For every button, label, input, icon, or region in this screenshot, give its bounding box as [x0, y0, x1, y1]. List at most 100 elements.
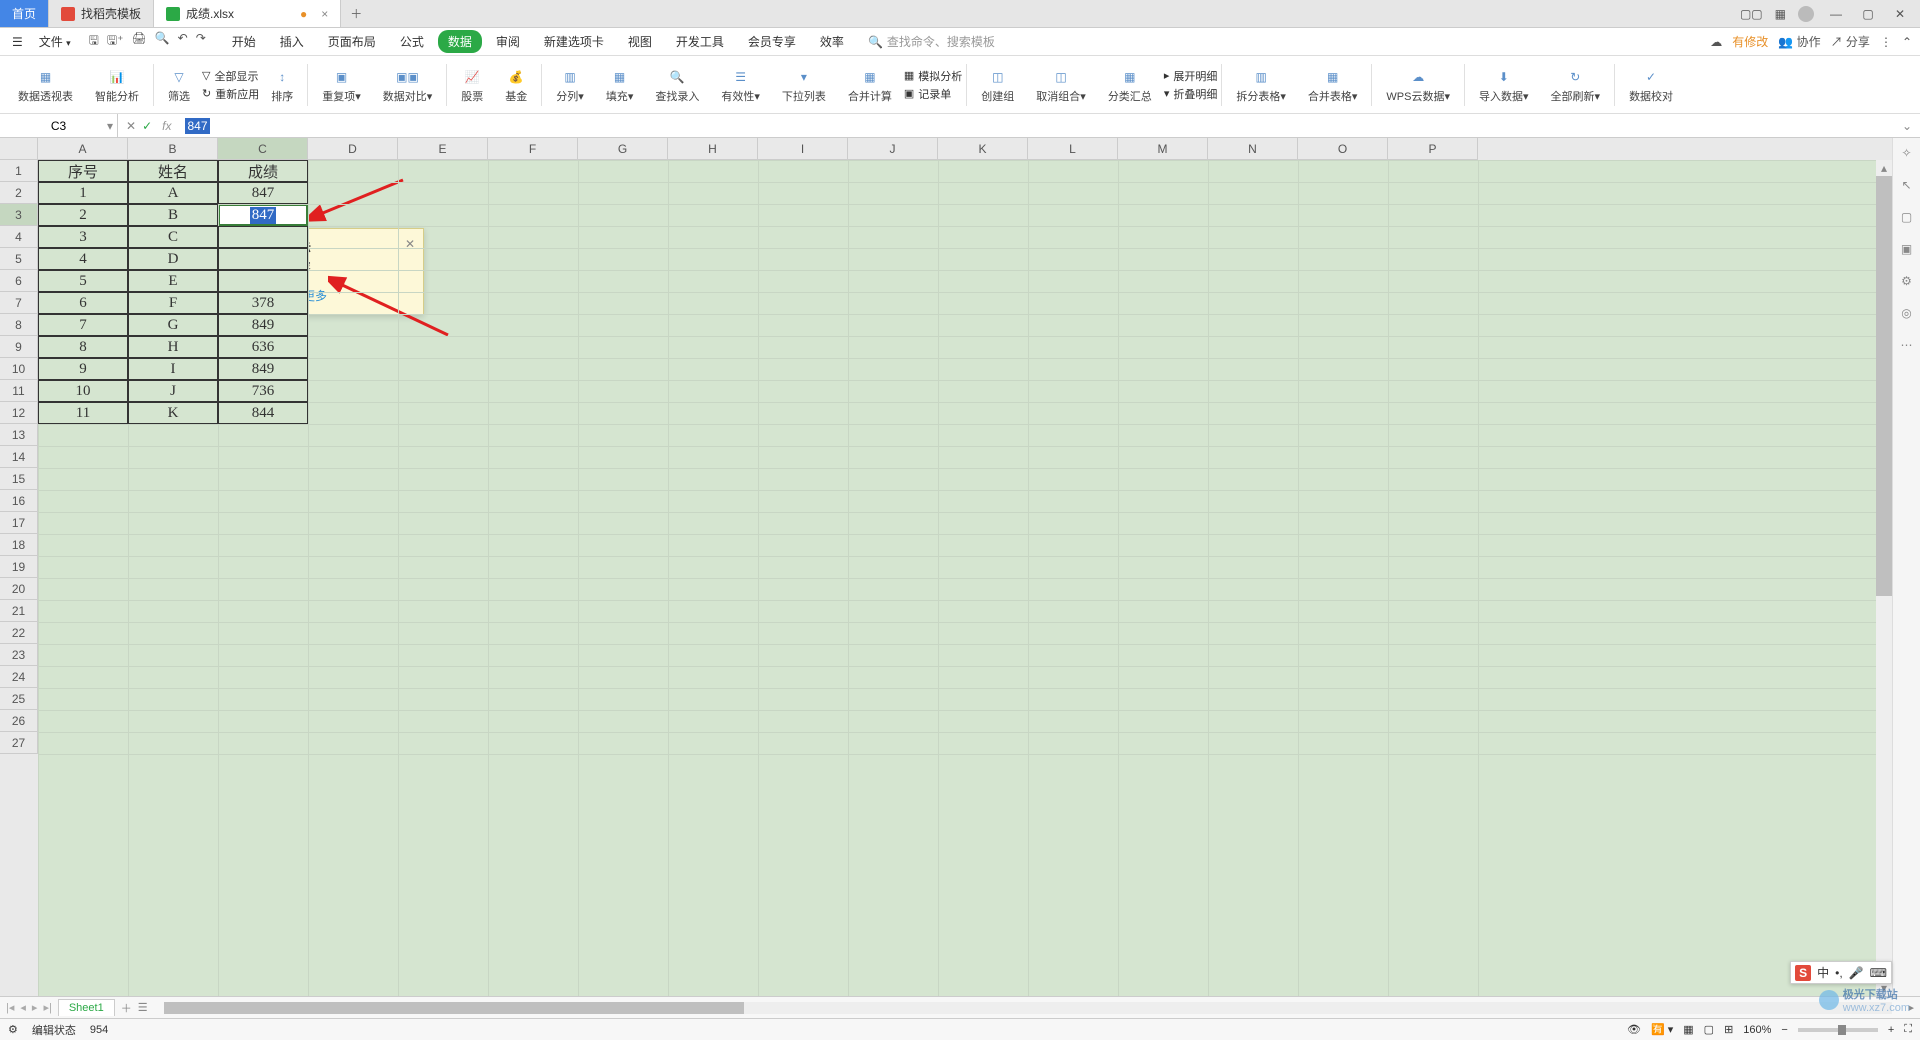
- row-header-4[interactable]: 4: [0, 226, 38, 248]
- showall-button[interactable]: ▽全部显示: [202, 68, 259, 84]
- col-header-P[interactable]: P: [1388, 138, 1478, 160]
- cell-C4[interactable]: [218, 226, 308, 248]
- view-normal-icon[interactable]: ▦: [1683, 1023, 1693, 1036]
- cancel-icon[interactable]: ✕: [126, 119, 136, 133]
- col-header-C[interactable]: C: [218, 138, 308, 160]
- cell-B9[interactable]: H: [128, 336, 218, 358]
- subtotal-button[interactable]: ▦分类汇总: [1098, 56, 1162, 113]
- view-break-icon[interactable]: ⊞: [1724, 1023, 1733, 1036]
- side-clipboard-icon[interactable]: ▢: [1901, 210, 1912, 224]
- dup-button[interactable]: ▣重复项▾: [312, 56, 371, 113]
- name-box[interactable]: ▾: [0, 114, 118, 137]
- tab-document[interactable]: 成绩.xlsx ● ×: [154, 0, 341, 27]
- col-header-F[interactable]: F: [488, 138, 578, 160]
- cell-C1[interactable]: 成绩: [218, 160, 308, 182]
- menu-view[interactable]: 视图: [618, 30, 662, 53]
- side-select-icon[interactable]: ↖: [1901, 178, 1911, 192]
- cell-C6[interactable]: [218, 270, 308, 292]
- ime-keyboard-icon[interactable]: ⌨: [1870, 966, 1887, 980]
- print-icon[interactable]: 🖨: [131, 31, 146, 52]
- status-config-icon[interactable]: ⚙: [8, 1023, 18, 1036]
- col-header-E[interactable]: E: [398, 138, 488, 160]
- reapply-button[interactable]: ↻重新应用: [202, 86, 259, 102]
- col-header-H[interactable]: H: [668, 138, 758, 160]
- close-button[interactable]: ✕: [1890, 7, 1910, 21]
- vertical-scrollbar[interactable]: ▴ ▾: [1876, 160, 1892, 996]
- row-header-9[interactable]: 9: [0, 336, 38, 358]
- layout-icon[interactable]: ▢▢: [1740, 7, 1763, 21]
- cell-A6[interactable]: 5: [38, 270, 128, 292]
- menu-start[interactable]: 开始: [222, 30, 266, 53]
- row-header-15[interactable]: 15: [0, 468, 38, 490]
- row-header-3[interactable]: 3: [0, 204, 38, 226]
- coop-button[interactable]: 👥 协作: [1778, 33, 1820, 50]
- cloud-button[interactable]: ☁WPS云数据▾: [1376, 56, 1460, 113]
- row-header-24[interactable]: 24: [0, 666, 38, 688]
- col-header-K[interactable]: K: [938, 138, 1028, 160]
- menu-formula[interactable]: 公式: [390, 30, 434, 53]
- fullscreen-icon[interactable]: ⛶: [1904, 1023, 1912, 1036]
- row-header-8[interactable]: 8: [0, 314, 38, 336]
- row-header-22[interactable]: 22: [0, 622, 38, 644]
- zoom-value[interactable]: 160%: [1743, 1024, 1771, 1036]
- collapse-button[interactable]: ▾折叠明细: [1164, 86, 1218, 102]
- col-header-G[interactable]: G: [578, 138, 668, 160]
- row-header-13[interactable]: 13: [0, 424, 38, 446]
- consol-button[interactable]: ▦合并计算: [838, 56, 902, 113]
- cell-A10[interactable]: 9: [38, 358, 128, 380]
- menu-member[interactable]: 会员专享: [738, 30, 806, 53]
- row-header-26[interactable]: 26: [0, 710, 38, 732]
- row-header-5[interactable]: 5: [0, 248, 38, 270]
- row-header-11[interactable]: 11: [0, 380, 38, 402]
- apps-icon[interactable]: ▦: [1775, 7, 1786, 21]
- menu-layout[interactable]: 页面布局: [318, 30, 386, 53]
- name-box-dropdown-icon[interactable]: ▾: [107, 119, 113, 133]
- eye-icon[interactable]: 👁: [1627, 1023, 1641, 1036]
- cell-B3[interactable]: B: [128, 204, 218, 226]
- col-header-B[interactable]: B: [128, 138, 218, 160]
- active-cell[interactable]: 847: [218, 204, 308, 226]
- fx-icon[interactable]: fx: [162, 119, 171, 133]
- cloud-sync-icon[interactable]: ☁: [1710, 35, 1722, 49]
- cell-A1[interactable]: 序号: [38, 160, 128, 182]
- side-location-icon[interactable]: ◎: [1901, 306, 1911, 320]
- preview-icon[interactable]: 🔍: [155, 31, 170, 52]
- hscroll-thumb[interactable]: [164, 1002, 744, 1014]
- filter-button[interactable]: ▽筛选: [158, 56, 200, 113]
- row-header-1[interactable]: 1: [0, 160, 38, 182]
- col-header-O[interactable]: O: [1298, 138, 1388, 160]
- cell-A7[interactable]: 6: [38, 292, 128, 314]
- cell-C9[interactable]: 636: [218, 336, 308, 358]
- row-header-14[interactable]: 14: [0, 446, 38, 468]
- cell-C12[interactable]: 844: [218, 402, 308, 424]
- fund-button[interactable]: 💰基金: [495, 56, 537, 113]
- tab-template[interactable]: 找稻壳模板: [49, 0, 154, 27]
- zoom-slider[interactable]: [1798, 1028, 1878, 1032]
- tab-home[interactable]: 首页: [0, 0, 49, 27]
- row-header-20[interactable]: 20: [0, 578, 38, 600]
- side-settings-icon[interactable]: ⚙: [1901, 274, 1912, 288]
- cells-area[interactable]: 847 ✕ ✕ 错误提示 重复内容 ▸ 了解更多 序号姓名: [38, 160, 1920, 996]
- mergetbl-button[interactable]: ▦合并表格▾: [1298, 56, 1368, 113]
- col-header-L[interactable]: L: [1028, 138, 1118, 160]
- expand-button[interactable]: ▸展开明细: [1164, 68, 1218, 84]
- row-header-2[interactable]: 2: [0, 182, 38, 204]
- redo-icon[interactable]: ↷: [196, 31, 206, 52]
- ime-toolbar[interactable]: S 中 •, 🎤 ⌨: [1790, 961, 1892, 984]
- stocks-button[interactable]: 📈股票: [451, 56, 493, 113]
- menu-insert[interactable]: 插入: [270, 30, 314, 53]
- row-header-6[interactable]: 6: [0, 270, 38, 292]
- col-header-M[interactable]: M: [1118, 138, 1208, 160]
- minimize-button[interactable]: —: [1826, 7, 1846, 21]
- cell-A5[interactable]: 4: [38, 248, 128, 270]
- cell-A11[interactable]: 10: [38, 380, 128, 402]
- sheet-tab[interactable]: Sheet1: [58, 999, 115, 1016]
- cell-B4[interactable]: C: [128, 226, 218, 248]
- horizontal-scrollbar[interactable]: [164, 1002, 1893, 1014]
- view-page-icon[interactable]: ▢: [1704, 1023, 1714, 1036]
- formula-input[interactable]: 847: [179, 119, 1893, 133]
- menu-review[interactable]: 审阅: [486, 30, 530, 53]
- menu-data[interactable]: 数据: [438, 30, 482, 53]
- ime-punct-icon[interactable]: •,: [1835, 966, 1843, 980]
- share-button[interactable]: ↗ 分享: [1831, 33, 1870, 50]
